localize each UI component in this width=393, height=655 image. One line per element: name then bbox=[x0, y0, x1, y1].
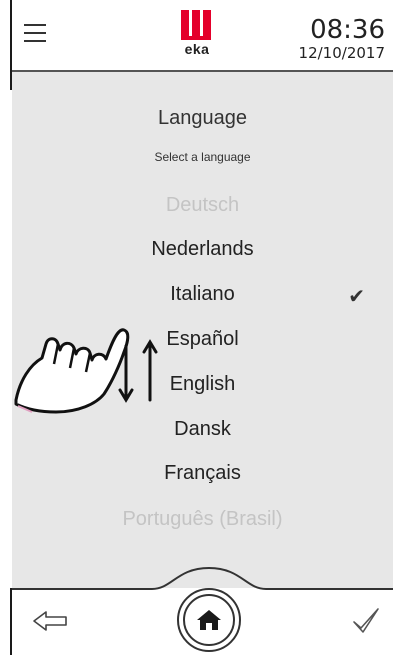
home-button[interactable] bbox=[177, 588, 241, 652]
clock: 08:36 12/10/2017 bbox=[299, 16, 385, 62]
clock-time: 08:36 bbox=[310, 15, 385, 45]
top-bar: eka 08:36 12/10/2017 bbox=[12, 0, 393, 72]
language-option[interactable]: Português (Brasil) bbox=[12, 508, 393, 531]
page-subtitle: Select a language bbox=[154, 150, 251, 164]
hand-swipe-icon bbox=[14, 328, 158, 414]
left-arrow-icon[interactable] bbox=[32, 610, 68, 632]
check-outline-icon[interactable] bbox=[351, 606, 381, 636]
language-option[interactable]: Italiano bbox=[12, 283, 393, 306]
language-option[interactable]: Français bbox=[12, 462, 393, 485]
clock-date: 12/10/2017 bbox=[298, 44, 385, 62]
language-option[interactable]: Nederlands bbox=[12, 238, 393, 261]
bottom-bar bbox=[12, 566, 393, 655]
brand-wordmark: eka bbox=[184, 41, 210, 57]
language-option[interactable]: Deutsch bbox=[12, 194, 393, 217]
app-screen: eka 08:36 12/10/2017 Language Select a l… bbox=[0, 0, 393, 655]
page-title: Language bbox=[158, 107, 247, 129]
checkmark-icon: ✔ bbox=[348, 286, 365, 308]
home-icon bbox=[183, 594, 235, 646]
brand-logo: eka bbox=[177, 10, 217, 62]
hamburger-icon[interactable] bbox=[24, 24, 46, 44]
